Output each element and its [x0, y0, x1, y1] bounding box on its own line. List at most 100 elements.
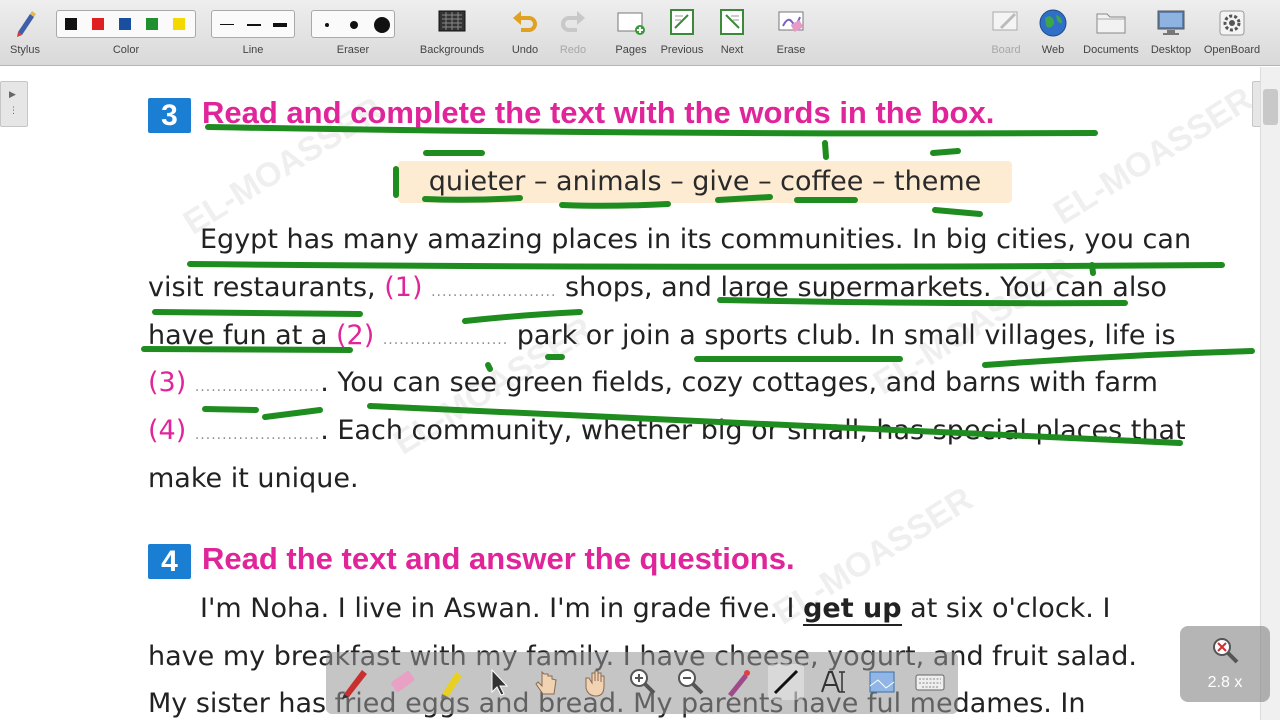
documents-button[interactable]: Documents	[1080, 0, 1142, 66]
toolbar: Stylus Color Line Eraser Backgrounds Und…	[0, 0, 1280, 66]
web-label: Web	[1041, 44, 1065, 56]
color-swatch-green[interactable]	[146, 18, 158, 30]
line-medium[interactable]	[247, 24, 261, 26]
passage-text: at six o'clock. I	[910, 593, 1111, 624]
passage-text: . Each community, whether big or small, …	[320, 415, 1186, 446]
stylus-button[interactable]: Stylus	[0, 0, 50, 66]
blank-number-4: (4)	[148, 415, 187, 446]
color-swatch-red[interactable]	[92, 18, 104, 30]
exercise-4-heading: Read the text and answer the questions.	[202, 541, 795, 576]
board-button[interactable]: Board	[984, 0, 1028, 66]
undo-label: Undo	[511, 44, 539, 56]
eraser-small[interactable]	[325, 23, 329, 27]
capture-tool-icon[interactable]	[864, 664, 900, 700]
answer-blank-2[interactable]: .......................	[383, 332, 508, 348]
exercise-3-heading: Read and complete the text with the word…	[202, 95, 995, 130]
answer-blank-1[interactable]: .......................	[431, 284, 556, 300]
eraser-large[interactable]	[374, 17, 390, 33]
next-page-icon	[720, 9, 744, 35]
passage-text: I'm Noha. I live in Aswan. I'm in grade …	[200, 593, 795, 624]
erase-icon	[778, 11, 804, 32]
color-swatch-black[interactable]	[65, 18, 77, 30]
zoom-indicator[interactable]: 2.8 x	[1180, 626, 1270, 702]
redo-icon	[561, 11, 585, 32]
scrollbar-thumb[interactable]	[1263, 89, 1278, 125]
selector-tool-icon[interactable]	[480, 664, 516, 700]
highlighter-tool-icon[interactable]	[432, 664, 468, 700]
passage-text: . You can see green fields, cozy cottage…	[320, 367, 1158, 398]
eraser-medium[interactable]	[350, 21, 358, 29]
stylus-label: Stylus	[10, 44, 40, 56]
undo-icon	[513, 11, 537, 32]
exercise-number-4: 4	[148, 544, 191, 579]
zoom-out-icon[interactable]	[672, 664, 708, 700]
backgrounds-icon	[438, 10, 466, 32]
passage-line: make it unique.	[148, 463, 359, 494]
redo-label: Redo	[559, 44, 587, 56]
zoom-in-icon[interactable]	[624, 664, 660, 700]
previous-page-button[interactable]: Previous	[656, 0, 708, 66]
previous-label: Previous	[660, 44, 704, 56]
ink-stroke	[982, 348, 1255, 368]
desktop-button[interactable]: Desktop	[1148, 0, 1194, 66]
next-page-button[interactable]: Next	[710, 0, 754, 66]
backgrounds-button[interactable]: Backgrounds	[416, 0, 488, 66]
ink-stroke	[930, 148, 961, 156]
color-swatch-yellow[interactable]	[173, 18, 185, 30]
board-label: Board	[991, 44, 1021, 56]
board-page[interactable]: EL-MOASSER EL-MOASSER EL-MOASSER EL-MOAS…	[0, 67, 1280, 720]
left-panel-toggle[interactable]: ▶ ⋮	[0, 81, 28, 127]
pen-tool-icon[interactable]	[336, 664, 372, 700]
passage-text: shops, and large supermarkets. You can a…	[565, 272, 1167, 303]
tool-palette	[326, 652, 958, 714]
gear-icon	[1219, 10, 1245, 36]
answer-blank-3[interactable]: .......................	[195, 379, 320, 395]
openboard-label: OpenBoard	[1203, 44, 1261, 56]
passage-line: visit restaurants, (1) .................…	[148, 272, 1167, 303]
next-label: Next	[720, 44, 744, 56]
pages-button[interactable]: Pages	[608, 0, 654, 66]
ink-stroke	[202, 406, 259, 413]
color-label: Color	[112, 44, 140, 56]
vertical-scrollbar[interactable]	[1260, 67, 1280, 720]
eraser-group: Eraser	[311, 0, 395, 66]
line-group: Line	[211, 0, 295, 66]
ink-stroke	[822, 140, 829, 160]
color-group: Color	[56, 0, 196, 66]
erase-all-button[interactable]: Erase	[766, 0, 816, 66]
desktop-label: Desktop	[1150, 44, 1192, 56]
highlighted-phrase: get up	[803, 593, 902, 626]
text-tool-icon[interactable]	[816, 664, 852, 700]
ink-stroke	[932, 207, 983, 217]
passage-line: have fun at a (2) ......................…	[148, 320, 1176, 351]
line-thick[interactable]	[273, 23, 287, 27]
answer-blank-4[interactable]: .......................	[195, 427, 320, 443]
documents-label: Documents	[1083, 44, 1139, 56]
stylus-icon	[17, 11, 36, 37]
blank-number-3: (3)	[148, 367, 187, 398]
line-tool-icon[interactable]	[768, 664, 804, 700]
zoom-magnifier-icon	[1213, 638, 1239, 664]
line-label: Line	[242, 44, 264, 56]
pan-hand-icon[interactable]	[576, 664, 612, 700]
undo-button[interactable]: Undo	[502, 0, 548, 66]
exercise-number-3: 3	[148, 98, 191, 133]
redo-button[interactable]: Redo	[550, 0, 596, 66]
laser-pointer-icon[interactable]	[720, 664, 756, 700]
eraser-tool-icon[interactable]	[384, 664, 420, 700]
ink-stroke	[152, 309, 363, 317]
web-button[interactable]: Web	[1030, 0, 1076, 66]
passage-line: Egypt has many amazing places in its com…	[200, 224, 1192, 255]
expand-arrow-icon: ▶	[9, 90, 16, 100]
word-box: quieter – animals – give – coffee – them…	[398, 161, 1012, 203]
keyboard-icon[interactable]	[912, 664, 948, 700]
line-thin[interactable]	[220, 24, 234, 25]
color-swatch-blue[interactable]	[119, 18, 131, 30]
watermark: EL-MOASSER	[1046, 79, 1260, 233]
passage-text: visit restaurants,	[148, 272, 376, 303]
grip-icon: ⋮	[9, 106, 18, 116]
openboard-button[interactable]: OpenBoard	[1202, 0, 1262, 66]
ink-stroke	[559, 201, 671, 209]
hand-pointer-icon[interactable]	[528, 664, 564, 700]
previous-page-icon	[670, 9, 694, 35]
